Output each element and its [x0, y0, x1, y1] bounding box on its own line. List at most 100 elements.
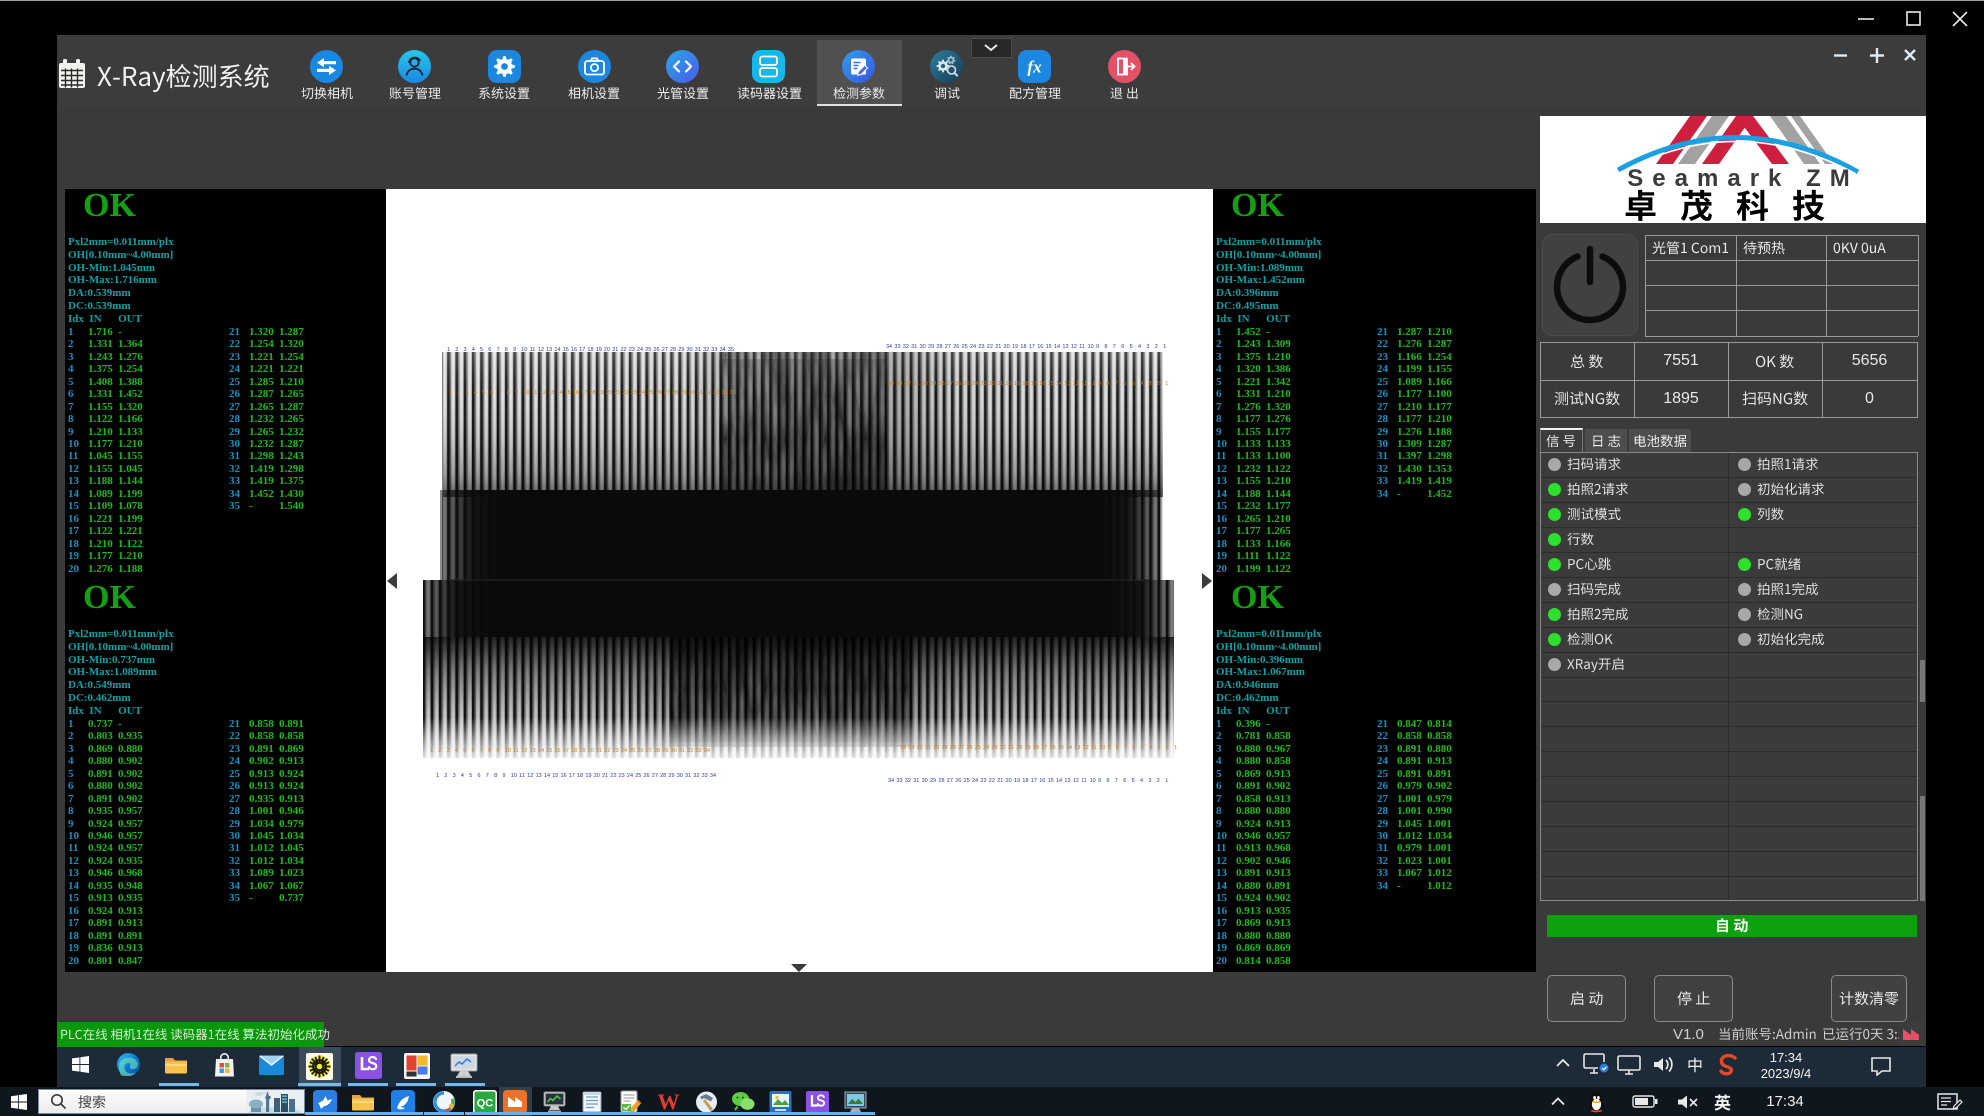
svg-text:30: 30 — [922, 381, 928, 387]
svg-text:14: 14 — [1056, 778, 1062, 784]
svg-text:31: 31 — [679, 748, 685, 754]
svg-text:7: 7 — [486, 773, 489, 779]
svg-text:4: 4 — [1140, 778, 1143, 784]
svg-text:8: 8 — [1106, 381, 1109, 387]
svg-text:3: 3 — [447, 748, 450, 754]
svg-text:26: 26 — [656, 390, 662, 396]
svg-text:5: 5 — [1132, 778, 1135, 784]
svg-text:16: 16 — [1049, 745, 1055, 751]
svg-text:24: 24 — [972, 778, 978, 784]
svg-text:33: 33 — [896, 381, 902, 387]
svg-text:30: 30 — [687, 347, 693, 353]
svg-text:34: 34 — [710, 773, 716, 779]
svg-text:2: 2 — [438, 748, 441, 754]
svg-text:27: 27 — [945, 344, 951, 350]
svg-text:26: 26 — [644, 773, 650, 779]
svg-text:QC: QC — [477, 1098, 494, 1110]
svg-text:22: 22 — [989, 778, 995, 784]
svg-text:7: 7 — [1115, 778, 1118, 784]
svg-text:17: 17 — [581, 390, 587, 396]
svg-text:33: 33 — [894, 344, 900, 350]
svg-text:12: 12 — [527, 773, 533, 779]
svg-text:17: 17 — [1031, 381, 1037, 387]
svg-text:4: 4 — [1138, 344, 1141, 350]
svg-text:3: 3 — [453, 773, 456, 779]
svg-text:33: 33 — [896, 778, 902, 784]
svg-text:29: 29 — [680, 390, 686, 396]
svg-text:24: 24 — [637, 347, 643, 353]
svg-text:9: 9 — [502, 773, 505, 779]
svg-text:1: 1 — [449, 390, 452, 396]
svg-text:21: 21 — [997, 381, 1003, 387]
svg-text:13: 13 — [530, 748, 536, 754]
svg-text:6: 6 — [472, 748, 475, 754]
svg-text:20: 20 — [1004, 344, 1010, 350]
svg-text:18: 18 — [577, 773, 583, 779]
svg-text:17: 17 — [569, 773, 575, 779]
svg-text:20: 20 — [1006, 381, 1012, 387]
svg-text:32: 32 — [705, 390, 711, 396]
svg-text:29: 29 — [928, 344, 934, 350]
svg-text:21: 21 — [1008, 745, 1014, 751]
svg-text:8: 8 — [1106, 778, 1109, 784]
svg-text:19: 19 — [1014, 381, 1020, 387]
svg-text:11: 11 — [1081, 778, 1087, 784]
svg-text:16: 16 — [555, 748, 561, 754]
svg-text:17: 17 — [579, 347, 585, 353]
svg-text:28: 28 — [654, 748, 660, 754]
svg-text:32: 32 — [703, 347, 709, 353]
svg-text:9: 9 — [1098, 778, 1101, 784]
svg-text:3: 3 — [466, 390, 469, 396]
svg-text:28: 28 — [938, 778, 944, 784]
svg-text:31: 31 — [695, 347, 701, 353]
svg-text:19: 19 — [585, 773, 591, 779]
svg-text:23: 23 — [619, 773, 625, 779]
svg-text:16: 16 — [561, 773, 567, 779]
svg-text:20: 20 — [1016, 745, 1022, 751]
svg-text:23: 23 — [629, 347, 635, 353]
svg-text:15: 15 — [552, 773, 558, 779]
svg-text:26: 26 — [966, 745, 972, 751]
svg-text:29: 29 — [678, 347, 684, 353]
svg-text:30: 30 — [677, 773, 683, 779]
svg-text:25: 25 — [975, 745, 981, 751]
svg-text:13: 13 — [1064, 381, 1070, 387]
svg-text:11: 11 — [519, 773, 525, 779]
svg-text:34: 34 — [888, 381, 894, 387]
svg-text:15: 15 — [563, 347, 569, 353]
svg-text:34: 34 — [722, 390, 728, 396]
svg-text:12: 12 — [1071, 344, 1077, 350]
svg-text:16: 16 — [1037, 344, 1043, 350]
svg-text:32: 32 — [693, 773, 699, 779]
svg-text:23: 23 — [631, 390, 637, 396]
svg-text:3: 3 — [1157, 745, 1160, 751]
svg-text:5: 5 — [469, 773, 472, 779]
svg-text:1: 1 — [1163, 344, 1166, 350]
svg-text:23: 23 — [978, 344, 984, 350]
svg-text:5: 5 — [1132, 381, 1135, 387]
svg-text:13: 13 — [536, 773, 542, 779]
svg-text:29: 29 — [930, 778, 936, 784]
svg-text:18: 18 — [571, 748, 577, 754]
svg-text:31: 31 — [697, 390, 703, 396]
svg-text:9: 9 — [515, 390, 518, 396]
svg-text:3: 3 — [1146, 344, 1149, 350]
svg-text:25: 25 — [962, 344, 968, 350]
svg-text:31: 31 — [913, 778, 919, 784]
svg-text:22: 22 — [610, 773, 616, 779]
svg-text:25: 25 — [629, 748, 635, 754]
svg-text:12: 12 — [540, 390, 546, 396]
svg-text:33: 33 — [908, 745, 914, 751]
svg-text:1: 1 — [1165, 381, 1168, 387]
svg-text:19: 19 — [598, 390, 604, 396]
svg-text:15: 15 — [1048, 381, 1054, 387]
svg-text:22: 22 — [604, 748, 610, 754]
svg-text:6: 6 — [478, 773, 481, 779]
svg-text:27: 27 — [646, 748, 652, 754]
svg-text:28: 28 — [938, 381, 944, 387]
svg-text:4: 4 — [455, 748, 458, 754]
svg-text:33: 33 — [702, 773, 708, 779]
svg-text:7: 7 — [497, 347, 500, 353]
svg-text:11: 11 — [1081, 381, 1087, 387]
svg-text:23: 23 — [613, 748, 619, 754]
